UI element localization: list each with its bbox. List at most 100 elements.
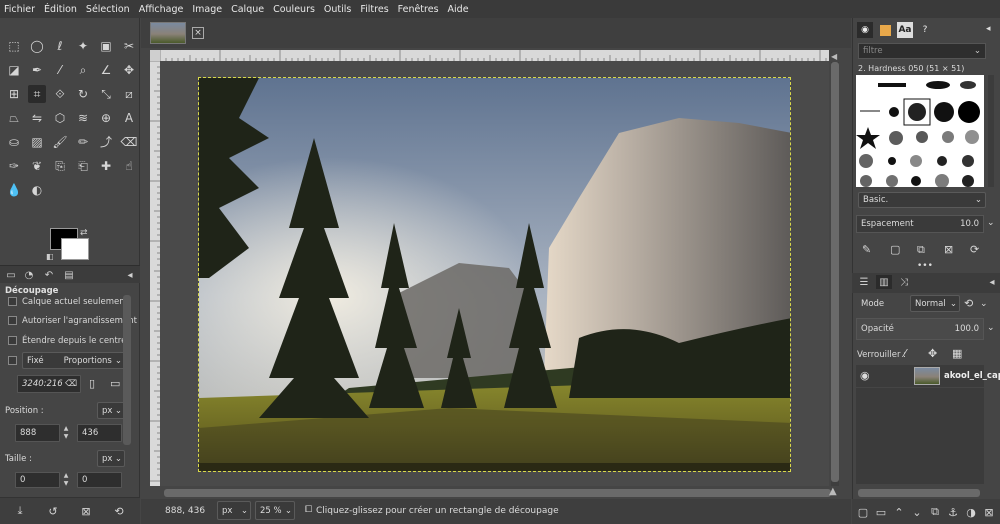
paths-icon[interactable]: ✒ (28, 61, 46, 79)
ink-icon[interactable]: ✑ (5, 157, 23, 175)
brush-preset-combo[interactable]: Basic. ⌄ (858, 192, 986, 208)
tool-options-tab-icon[interactable]: ▭ (3, 268, 19, 282)
move-icon[interactable]: ✥ (120, 61, 138, 79)
channels-tab-icon[interactable]: ▥ (876, 275, 892, 289)
by-color-select-icon[interactable]: ▣ (97, 37, 115, 55)
panel-menu-icon[interactable]: ◂ (984, 275, 1000, 289)
vertical-scrollbar-thumb[interactable] (831, 62, 839, 482)
perspective-icon[interactable]: ⏢ (5, 109, 23, 127)
new-group-icon[interactable]: ▭ (873, 505, 889, 519)
device-status-tab-icon[interactable]: ◔ (21, 268, 37, 282)
images-tab-icon[interactable]: ▤ (61, 268, 77, 282)
unified-transform-icon[interactable]: ⟐ (51, 85, 69, 103)
lock-alpha-icon[interactable]: ▦ (952, 347, 962, 360)
color-picker-icon[interactable]: ⁄ (51, 61, 69, 79)
airbrush-icon[interactable]: ⤴ (97, 133, 115, 151)
menu-edition[interactable]: Édition (44, 4, 77, 15)
anchor-layer-icon[interactable]: ⚓ (945, 505, 961, 519)
layer-mode-combo[interactable]: Normal ⌄ (910, 295, 960, 312)
menu-image[interactable]: Image (192, 4, 222, 15)
allow-growing-checkbox[interactable] (8, 316, 17, 325)
fuzzy-select-icon[interactable]: ✦ (74, 37, 92, 55)
size-w-spinner-icon[interactable]: ▲ ▼ (61, 472, 71, 488)
spacing-slider[interactable]: Espacement 10.0 (856, 215, 984, 233)
brush-grid[interactable] (856, 75, 984, 187)
menu-fichier[interactable]: Fichier (4, 4, 35, 15)
size-h-input[interactable]: 0 (77, 472, 122, 488)
unit-combo[interactable]: px ⌄ (217, 501, 251, 520)
delete-brush-icon[interactable]: ⊠ (944, 243, 953, 256)
menu-couleurs[interactable]: Couleurs (273, 4, 315, 15)
fixed-mode-combo[interactable]: Fixé Proportions ⌄ (22, 352, 126, 369)
rect-select-icon[interactable]: ⬚ (5, 37, 23, 55)
image-canvas[interactable] (198, 77, 791, 472)
dodge-burn-icon[interactable]: ◐ (28, 181, 46, 199)
fixed-checkbox[interactable] (8, 356, 17, 365)
layers-horizontal-scrollbar[interactable] (858, 489, 980, 497)
restore-preset-icon[interactable]: ↺ (45, 504, 61, 518)
rotate-icon[interactable]: ↻ (74, 85, 92, 103)
gradient-icon[interactable]: ▨ (28, 133, 46, 151)
layers-tab-icon[interactable]: ☰ (856, 275, 872, 289)
panel-menu-icon[interactable]: ◂ (122, 268, 138, 282)
blur-icon[interactable]: 💧 (5, 181, 23, 199)
paths-tab-icon[interactable]: ⤨ (896, 275, 912, 289)
menu-selection[interactable]: Sélection (86, 4, 130, 15)
horizontal-scrollbar[interactable] (164, 489, 831, 497)
raise-layer-icon[interactable]: ⌃ (891, 505, 907, 519)
save-preset-icon[interactable]: ⤓ (12, 504, 28, 518)
help-tab-icon[interactable]: ? (917, 22, 933, 38)
image-tab-thumbnail[interactable] (150, 22, 186, 44)
zoom-icon[interactable]: ⌕ (74, 61, 92, 79)
spinner-icon[interactable]: ⌄ (987, 323, 995, 333)
foreground-select-icon[interactable]: ◪ (5, 61, 23, 79)
zoom-combo[interactable]: 25 % ⌄ (255, 501, 295, 520)
clear-icon[interactable]: ⌫ (65, 379, 77, 389)
dock-separator-icon[interactable]: ••• (917, 261, 933, 271)
cage-icon[interactable]: ⬡ (51, 109, 69, 127)
size-unit-combo[interactable]: px ⌄ (97, 450, 125, 467)
eye-icon[interactable]: ◉ (860, 369, 870, 382)
bucket-fill-icon[interactable]: ⛀ (5, 133, 23, 151)
scale-icon[interactable]: ⤡ (97, 85, 115, 103)
mypaint-icon[interactable]: ❦ (28, 157, 46, 175)
lock-position-icon[interactable]: ✥ (928, 347, 937, 360)
delete-layer-icon[interactable]: ⊠ (981, 505, 997, 519)
navigate-icon[interactable]: ▲ (829, 486, 837, 497)
menu-calque[interactable]: Calque (231, 4, 264, 15)
warp-icon[interactable]: ≋ (74, 109, 92, 127)
ratio-input[interactable]: 3240:216 ⌫ (17, 375, 81, 393)
menu-filtres[interactable]: Filtres (360, 4, 388, 15)
horizontal-ruler[interactable] (160, 50, 829, 61)
position-x-input[interactable]: 888 (15, 424, 60, 442)
default-colors-icon[interactable]: ◧ (46, 252, 54, 261)
pencil-icon[interactable]: ✏ (74, 133, 92, 151)
scissors-icon[interactable]: ✂ (120, 37, 138, 55)
align-icon[interactable]: ⊞ (5, 85, 23, 103)
perspective-clone-icon[interactable]: ⎗ (74, 157, 92, 175)
layer-list[interactable] (856, 388, 984, 484)
position-unit-combo[interactable]: px ⌄ (97, 402, 125, 419)
undo-history-tab-icon[interactable]: ↶ (41, 268, 57, 282)
zoom-follow-icon[interactable]: ◀ (831, 52, 837, 61)
brush-grid-scrollbar[interactable] (988, 75, 994, 187)
mask-icon[interactable]: ◑ (963, 505, 979, 519)
eraser-icon[interactable]: ⌫ (120, 133, 138, 151)
shear-icon[interactable]: ⧄ (120, 85, 138, 103)
landscape-icon[interactable]: ▭ (110, 377, 120, 390)
tool-options-scrollbar[interactable] (123, 295, 131, 445)
lower-layer-icon[interactable]: ⌄ (909, 505, 925, 519)
free-select-icon[interactable]: ℓ (51, 37, 69, 55)
position-y-input[interactable]: 436 (77, 424, 122, 442)
composite-mode-icon[interactable]: ⟲ (964, 297, 973, 310)
vertical-ruler[interactable] (150, 61, 160, 486)
current-layer-only-checkbox[interactable] (8, 297, 17, 306)
position-x-spinner-icon[interactable]: ▲ ▼ (61, 424, 71, 442)
reset-options-icon[interactable]: ⟲ (111, 504, 127, 518)
heal-icon[interactable]: ✚ (97, 157, 115, 175)
menu-fenetres[interactable]: Fenêtres (398, 4, 439, 15)
clone-icon[interactable]: ⎘ (51, 157, 69, 175)
menu-outils[interactable]: Outils (324, 4, 351, 15)
chevron-down-icon[interactable]: ⌄ (980, 299, 988, 309)
fonts-tab-icon[interactable]: Aa (897, 22, 913, 38)
